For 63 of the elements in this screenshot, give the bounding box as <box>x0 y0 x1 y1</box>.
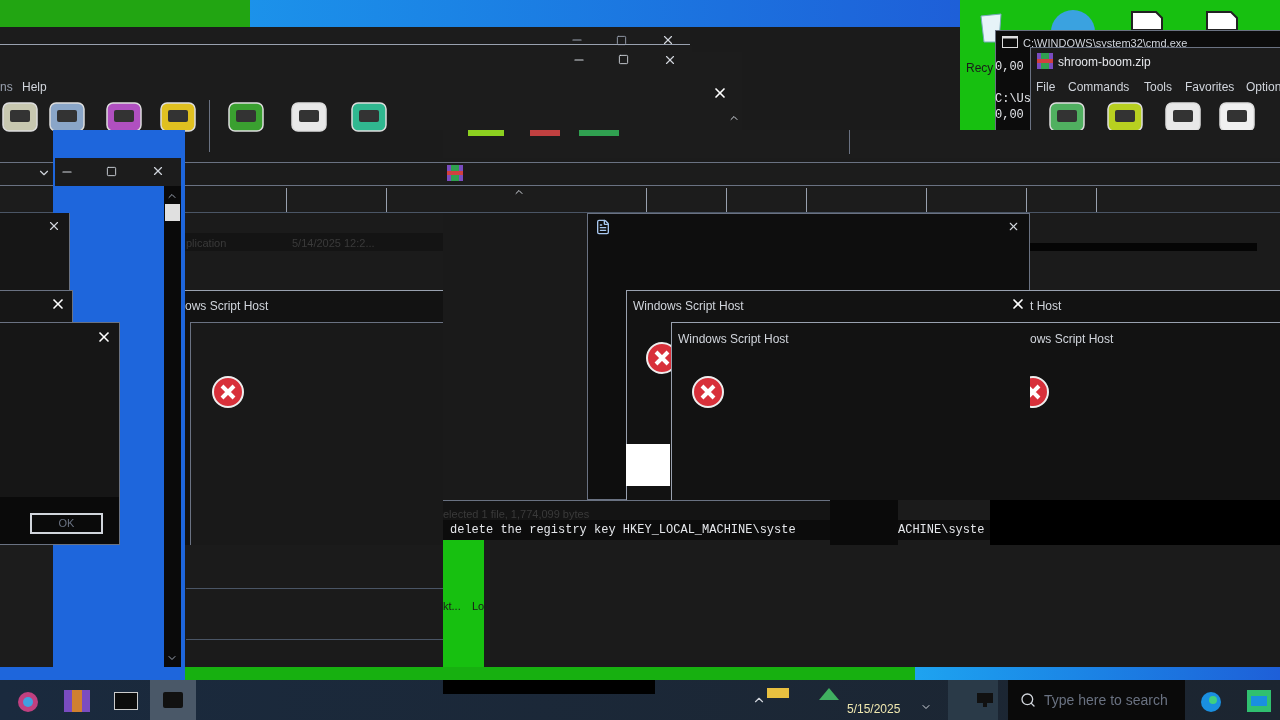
program-icon[interactable] <box>47 100 87 134</box>
error-icon <box>646 342 671 374</box>
column-text: kt... <box>443 599 461 614</box>
blank-panel <box>626 444 670 486</box>
column-text: Lo <box>472 599 485 614</box>
program-icon[interactable] <box>226 100 266 134</box>
close-icon[interactable] <box>1007 220 1020 233</box>
desktop-icon-label[interactable]: Recy <box>966 59 994 77</box>
window-frame <box>830 500 898 545</box>
dialog-title: ows Script Host <box>185 298 269 315</box>
close-icon[interactable] <box>50 296 66 312</box>
search-icon <box>1020 692 1036 708</box>
console-text: ACHINE\syste <box>898 520 990 540</box>
maximize-icon[interactable] <box>618 54 629 65</box>
menu-item[interactable]: Tools <box>1144 78 1172 96</box>
ok-button[interactable]: OK <box>30 513 103 534</box>
document-icon <box>595 219 611 235</box>
scrollbar[interactable] <box>164 186 181 667</box>
search-box[interactable]: Type here to search <box>1008 680 1185 720</box>
close-icon[interactable] <box>712 85 728 101</box>
browser-icon[interactable] <box>16 690 40 714</box>
search-field[interactable]: Type here to search <box>1044 689 1184 711</box>
menu-item[interactable]: Option <box>1246 78 1280 96</box>
clock-date: 5/15/2025 <box>847 701 901 718</box>
dialog-title: ows Script Host <box>1030 331 1114 348</box>
menu-item[interactable]: File <box>1036 78 1056 96</box>
console-icon <box>1002 36 1018 48</box>
maximize-icon[interactable] <box>616 35 627 46</box>
scroll-thumb[interactable] <box>165 204 180 221</box>
close-icon[interactable] <box>661 33 675 47</box>
close-icon[interactable] <box>663 53 677 67</box>
menu-item[interactable]: Favorites <box>1185 78 1235 96</box>
menu-item[interactable]: Commands <box>1068 78 1130 96</box>
window-title: shroom-boom.zip <box>1058 54 1151 71</box>
console-text: C:\Us <box>995 91 1031 108</box>
error-icon <box>212 376 244 408</box>
taskbar-button[interactable] <box>150 680 196 720</box>
maximize-icon[interactable] <box>106 166 117 177</box>
monitor-icon <box>977 693 993 707</box>
menu-item[interactable]: ns <box>0 78 13 96</box>
program-icon[interactable] <box>349 100 389 134</box>
console-text: 0,00 <box>995 59 1024 76</box>
console-icon[interactable] <box>114 692 138 710</box>
close-icon[interactable] <box>1010 296 1026 312</box>
dialog-title: t Host <box>1030 298 1062 315</box>
close-icon[interactable] <box>151 164 165 178</box>
dialog-title: Windows Script Host <box>632 298 744 315</box>
program-icon[interactable] <box>158 100 198 134</box>
terminal-icon <box>163 692 183 708</box>
browser-icon[interactable] <box>1199 690 1223 714</box>
close-icon[interactable] <box>96 329 112 345</box>
menu-item[interactable]: Help <box>22 78 47 96</box>
console-text: 0,00 <box>995 107 1024 124</box>
program-icon[interactable] <box>0 100 40 134</box>
archive-icon <box>447 165 463 181</box>
program-icon[interactable] <box>289 100 329 134</box>
error-icon <box>1030 376 1049 408</box>
close-icon[interactable] <box>47 219 61 233</box>
console-text: delete the registry key HKEY_LOCAL_MACHINE\syste <box>443 520 830 540</box>
window-title: C:\WINDOWS\system32\cmd.exe <box>1023 36 1188 51</box>
archive-icon <box>1037 53 1053 69</box>
dialog-title: Windows Script Host <box>677 331 789 348</box>
error-icon <box>692 376 724 408</box>
